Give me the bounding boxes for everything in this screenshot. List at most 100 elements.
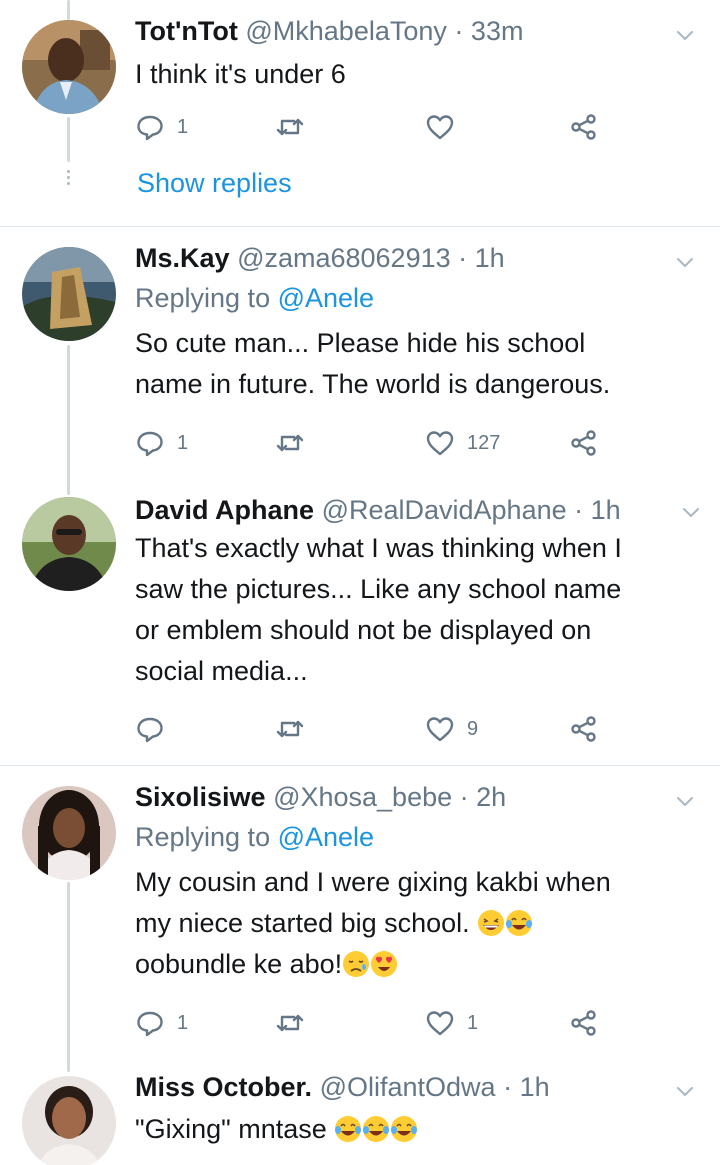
display-name[interactable]: Sixolisiwe <box>135 782 266 812</box>
tweet-actions: 1 127 <box>135 426 605 460</box>
replying-to: Replying to @Anele <box>135 278 700 318</box>
heart-icon <box>426 115 454 140</box>
separator-dot: · <box>458 243 468 273</box>
tweet-actions: 1 <box>135 110 605 144</box>
tears-of-joy-emoji <box>362 1115 390 1143</box>
tweet-text-line: my niece started big school. <box>135 903 700 944</box>
tweet-header: Sixolisiwe @Xhosa_bebe · 2h <box>135 780 700 814</box>
like-button[interactable]: 127 <box>425 426 500 460</box>
share-button[interactable] <box>569 426 599 460</box>
tweet-header: David Aphane @RealDavidAphane · 1h <box>135 493 700 527</box>
share-button[interactable] <box>569 1006 599 1040</box>
comment-bubble-icon <box>137 1011 163 1037</box>
like-count: 1 <box>467 1011 479 1034</box>
retweet-button[interactable] <box>275 712 317 746</box>
user-handle[interactable]: @zama68062913 <box>237 243 451 273</box>
retweet-button[interactable] <box>275 110 317 144</box>
tweet-text: My cousin and I were gixing kakbi when m… <box>135 862 700 985</box>
tweet[interactable]: Ms.Kay @zama68062913 · 1h Replying to @A… <box>0 227 720 485</box>
tweet-text-line: social media... <box>135 656 308 686</box>
tweet[interactable]: Miss October. @OlifantOdwa · 1h "Gixing"… <box>0 1056 720 1165</box>
tears-of-joy-emoji <box>505 909 533 937</box>
reply-count: 1 <box>177 431 189 454</box>
user-handle[interactable]: @OlifantOdwa <box>320 1072 496 1102</box>
tweet-header: Tot'nTot @MkhabelaTony · 33m <box>135 14 700 48</box>
sad-relieved-face-emoji <box>342 950 370 978</box>
grinning-squinting-face-emoji <box>477 909 505 937</box>
mention-link[interactable]: @Anele <box>278 822 374 852</box>
timestamp[interactable]: 1h <box>591 495 621 525</box>
tweet-text-segment: "Gixing" mntase <box>135 1114 327 1144</box>
retweet-button[interactable] <box>275 1006 317 1040</box>
share-button[interactable] <box>569 712 599 746</box>
tweet-text-line: name in future. The world is dangerous. <box>135 369 611 399</box>
retweet-icon <box>276 720 304 738</box>
retweet-button[interactable] <box>275 426 317 460</box>
tweet-text-line: So cute man... Please hide his school <box>135 328 586 358</box>
chevron-down-icon[interactable] <box>676 26 694 44</box>
heart-icon <box>426 717 454 742</box>
avatar[interactable] <box>22 1076 116 1165</box>
tweet[interactable]: David Aphane @RealDavidAphane · 1h That'… <box>0 485 720 765</box>
display-name[interactable]: David Aphane <box>135 495 314 525</box>
chevron-down-icon[interactable] <box>676 1082 694 1100</box>
share-icon <box>571 716 596 742</box>
reply-button[interactable]: 1 <box>135 426 188 460</box>
tweet-text: That's exactly what I was thinking when … <box>135 528 700 692</box>
reply-count: 1 <box>177 115 189 138</box>
timestamp[interactable]: 1h <box>475 243 505 273</box>
reply-button[interactable] <box>135 712 177 746</box>
avatar[interactable] <box>22 20 116 114</box>
separator-dot: · <box>574 495 584 525</box>
tweet[interactable]: Sixolisiwe @Xhosa_bebe · 2h Replying to … <box>0 766 720 1056</box>
share-icon <box>571 430 596 456</box>
retweet-icon <box>276 118 304 136</box>
tweet-text-line: That's exactly what I was thinking when … <box>135 533 622 563</box>
avatar[interactable] <box>22 786 116 880</box>
chevron-down-icon[interactable] <box>676 792 694 810</box>
mention-link[interactable]: @Anele <box>278 283 374 313</box>
chevron-down-icon[interactable] <box>676 253 694 271</box>
timestamp[interactable]: 33m <box>471 16 524 46</box>
tweet-text-line: or emblem should not be displayed on <box>135 615 592 645</box>
tweet[interactable]: Tot'nTot @MkhabelaTony · 33m I think it'… <box>0 0 720 226</box>
reply-button[interactable]: 1 <box>135 110 188 144</box>
reply-button[interactable]: 1 <box>135 1006 188 1040</box>
tweet-text: "Gixing" mntase <box>135 1109 700 1150</box>
heart-icon <box>426 431 454 456</box>
share-icon <box>571 1010 596 1036</box>
tweet-header: Ms.Kay @zama68062913 · 1h <box>135 241 700 275</box>
retweet-icon <box>276 434 304 452</box>
replying-to-label: Replying to <box>135 283 278 313</box>
avatar[interactable] <box>22 247 116 341</box>
chevron-down-icon[interactable] <box>682 503 700 521</box>
timestamp[interactable]: 1h <box>520 1072 550 1102</box>
like-button[interactable]: 9 <box>425 712 478 746</box>
avatar[interactable] <box>22 497 116 591</box>
user-handle[interactable]: @MkhabelaTony <box>245 16 447 46</box>
replying-to-label: Replying to <box>135 822 278 852</box>
timestamp[interactable]: 2h <box>476 782 506 812</box>
replying-to: Replying to @Anele <box>135 817 700 857</box>
heart-eyes-emoji <box>370 950 398 978</box>
like-button[interactable] <box>425 110 467 144</box>
share-button[interactable] <box>569 110 599 144</box>
heart-icon <box>426 1011 454 1036</box>
tears-of-joy-emoji <box>334 1115 362 1143</box>
tweet-text: So cute man... Please hide his school na… <box>135 323 700 405</box>
separator-dot: · <box>459 782 469 812</box>
display-name[interactable]: Ms.Kay <box>135 243 230 273</box>
tweet-text-line: I think it's under 6 <box>135 59 346 89</box>
tweet-text-line: saw the pictures... Like any school name <box>135 574 622 604</box>
user-handle[interactable]: @RealDavidAphane <box>322 495 567 525</box>
retweet-icon <box>276 1014 304 1032</box>
show-replies-link[interactable]: Show replies <box>137 168 292 199</box>
tweet-header: Miss October. @OlifantOdwa · 1h <box>135 1070 700 1104</box>
user-handle[interactable]: @Xhosa_bebe <box>273 782 452 812</box>
tears-of-joy-emoji <box>390 1115 418 1143</box>
display-name[interactable]: Miss October. <box>135 1072 312 1102</box>
like-button[interactable]: 1 <box>425 1006 478 1040</box>
display-name[interactable]: Tot'nTot <box>135 16 238 46</box>
like-count: 9 <box>467 717 479 740</box>
share-icon <box>571 114 596 140</box>
